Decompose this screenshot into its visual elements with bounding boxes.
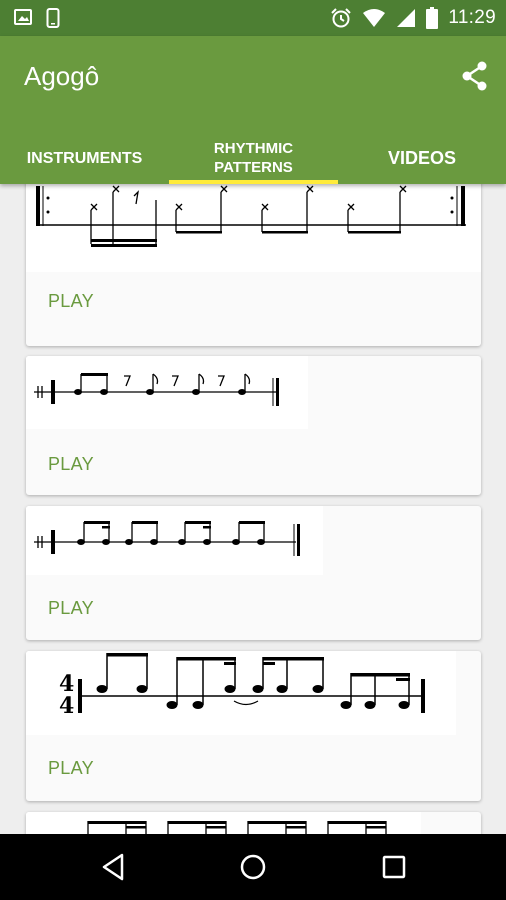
back-icon[interactable] (98, 851, 130, 883)
image-notification-icon (14, 9, 32, 25)
cell-signal-icon (397, 9, 416, 27)
phone-notification-icon (46, 8, 60, 28)
wifi-icon (363, 9, 386, 27)
play-button[interactable]: PLAY (48, 598, 94, 619)
battery-icon (426, 7, 439, 29)
pattern-notation-image (26, 506, 323, 575)
tab-instruments[interactable]: INSTRUMENTS (0, 132, 169, 184)
pattern-card: PLAY (26, 506, 481, 640)
pattern-notation-image (26, 356, 308, 429)
play-button[interactable]: PLAY (48, 291, 94, 312)
patterns-list[interactable]: PLAY PLAY PLAY 4 4 PLAY (0, 184, 506, 834)
status-bar: 11:29 (0, 0, 506, 36)
pattern-card (26, 812, 481, 834)
tab-rhythmic-patterns[interactable]: RHYTHMIC PATTERNS (169, 132, 338, 184)
pattern-notation-image: 4 4 (26, 651, 456, 735)
tab-indicator (169, 180, 338, 184)
pattern-card: PLAY (26, 184, 481, 346)
alarm-icon (331, 8, 352, 28)
time-signature-bottom: 4 (59, 693, 74, 719)
app-bar: Agogô INSTRUMENTS RHYTHMIC PATTERNS VIDEO… (0, 36, 506, 184)
recents-icon[interactable] (378, 851, 410, 883)
tab-bar: INSTRUMENTS RHYTHMIC PATTERNS VIDEOS (0, 132, 506, 184)
pattern-notation-image (26, 184, 481, 272)
pattern-notation-image (26, 812, 421, 834)
navigation-bar (0, 834, 506, 900)
play-button[interactable]: PLAY (48, 454, 94, 475)
app-title: Agogô (24, 61, 100, 91)
status-time: 11:29 (448, 7, 496, 28)
tab-videos[interactable]: VIDEOS (338, 132, 506, 184)
share-icon[interactable] (460, 60, 490, 92)
pattern-card: PLAY (26, 356, 481, 495)
home-icon[interactable] (237, 851, 269, 883)
play-button[interactable]: PLAY (48, 758, 94, 779)
pattern-card: 4 4 PLAY (26, 651, 481, 801)
